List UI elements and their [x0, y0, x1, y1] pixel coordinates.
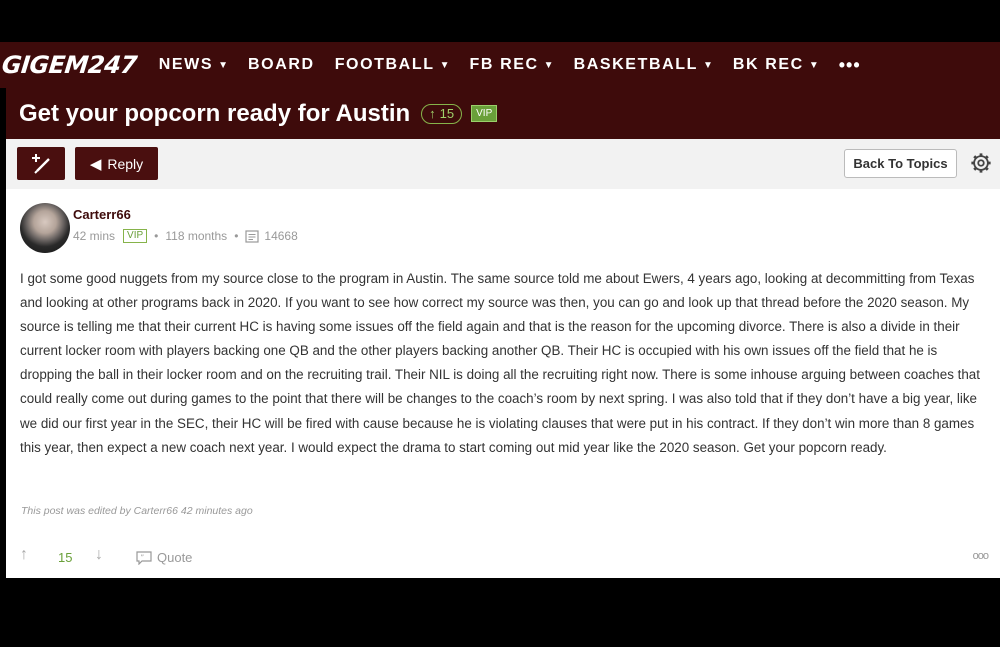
downvote-icon[interactable]: ↓ [95, 546, 103, 564]
nav-basketball[interactable]: BASKETBALL ▼ [574, 56, 713, 74]
avatar[interactable] [20, 203, 70, 253]
member-tenure: 118 months [165, 229, 228, 243]
new-post-button[interactable] [17, 147, 65, 180]
reply-button[interactable]: ◀ Reply [75, 147, 158, 180]
nav-board[interactable]: BOARD [248, 56, 315, 74]
chevron-down-icon: ▼ [543, 59, 554, 71]
thread-header: Get your popcorn ready for Austin ↑ 15 V… [6, 88, 1000, 139]
forum-post: Carterr66 42 mins VIP • 118 months • 146… [6, 189, 1000, 578]
chevron-down-icon: ▼ [703, 59, 713, 71]
post-actions: ↑ 15 ↓ ” Quote ooo [20, 546, 990, 570]
post-count: 14668 [264, 229, 298, 243]
arrow-up-icon: ↑ [429, 106, 436, 121]
reply-arrow-icon: ◀ [89, 155, 102, 173]
thread-toolbar: ◀ Reply Back To Topics [6, 139, 1000, 189]
post-username[interactable]: Carterr66 [73, 207, 131, 222]
gear-icon[interactable] [970, 152, 992, 174]
separator-dot: • [154, 229, 159, 243]
post-time: 42 mins [73, 229, 116, 243]
chevron-down-icon: ▼ [439, 59, 450, 71]
thread-upvote-count[interactable]: ↑ 15 [421, 103, 463, 124]
chevron-down-icon: ▼ [218, 59, 229, 71]
post-count-icon [245, 229, 259, 243]
edited-note: This post was edited by Carterr66 42 min… [21, 505, 253, 517]
vip-badge: VIP [123, 229, 148, 243]
separator-dot: • [234, 229, 239, 243]
bottom-letterbox [0, 578, 1000, 647]
more-options-icon[interactable]: ooo [973, 550, 989, 562]
site-navbar: GIGEM247 NEWS ▼ BOARD FOOTBALL ▼ FB REC ▼ B… [0, 42, 1000, 88]
nav-fb-rec[interactable]: FB REC ▼ [470, 56, 554, 74]
vote-count: 15 [58, 550, 73, 565]
chevron-down-icon: ▼ [808, 59, 819, 71]
site-logo[interactable]: GIGEM247 [1, 51, 139, 79]
pencil-plus-icon [32, 153, 50, 174]
nav-bk-rec[interactable]: BK REC ▼ [733, 56, 819, 74]
quote-button[interactable]: ” Quote [136, 550, 192, 565]
vip-badge: VIP [471, 105, 498, 122]
nav-football[interactable]: FOOTBALL ▼ [335, 56, 450, 74]
quote-icon: ” [136, 550, 152, 565]
post-body: I got some good nuggets from my source c… [20, 271, 980, 455]
top-letterbox [0, 0, 1000, 42]
back-to-topics-button[interactable]: Back To Topics [844, 149, 957, 178]
thread-title: Get your popcorn ready for Austin [19, 99, 411, 127]
upvote-icon[interactable]: ↑ [20, 546, 28, 564]
post-meta: 42 mins VIP • 118 months • 14668 [73, 229, 298, 243]
svg-text:”: ” [141, 553, 145, 561]
nav-more-icon[interactable]: ••• [839, 55, 861, 76]
nav-news[interactable]: NEWS ▼ [159, 56, 228, 74]
